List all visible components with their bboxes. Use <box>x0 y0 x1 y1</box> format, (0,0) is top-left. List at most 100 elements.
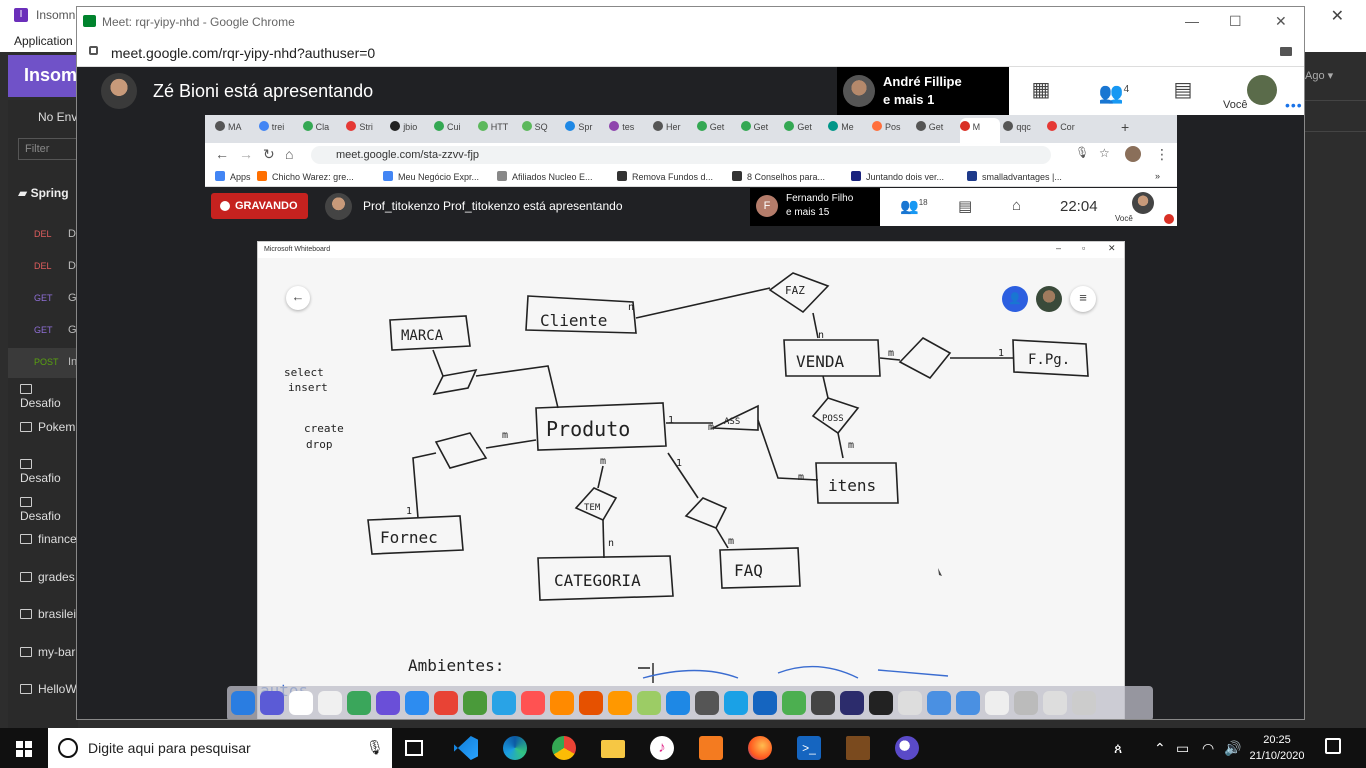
browser-tab[interactable]: Cla <box>302 121 343 137</box>
request-item[interactable]: DEL D <box>8 252 78 282</box>
dock-app-icon[interactable] <box>840 691 864 715</box>
file-explorer-icon[interactable] <box>601 740 625 758</box>
app-icon[interactable] <box>846 736 870 760</box>
dock-app-icon[interactable] <box>985 691 1009 715</box>
dock-app-icon[interactable] <box>376 691 400 715</box>
dock-app-icon[interactable] <box>579 691 603 715</box>
chrome-menu-icon[interactable]: ⋮ <box>1155 146 1169 163</box>
browser-tab[interactable]: Get <box>784 121 824 137</box>
workspace-folder[interactable]: ▰ Spring <box>18 186 69 200</box>
inner-participant-card[interactable]: F Fernando Filho e mais 15 <box>750 188 880 226</box>
bookmark-item[interactable]: Juntando dois ver... <box>851 171 944 182</box>
browser-tab[interactable]: Get <box>915 121 956 137</box>
folder-item[interactable]: my-bar <box>20 645 75 659</box>
folder-item[interactable]: Desafio <box>20 457 78 485</box>
dock-app-icon[interactable] <box>956 691 980 715</box>
bookmark-star-icon[interactable]: ☆ <box>1099 146 1110 160</box>
browser-tab[interactable]: Get <box>740 121 781 137</box>
browser-tab[interactable]: Her <box>653 121 693 137</box>
dock-app-icon[interactable] <box>521 691 545 715</box>
dock-app-icon[interactable] <box>695 691 719 715</box>
mic-icon[interactable]: 🎙 <box>1075 146 1089 159</box>
wb-close-icon[interactable]: ✕ <box>1108 243 1116 254</box>
minimize-icon[interactable]: — <box>1185 13 1199 29</box>
vscode-icon[interactable] <box>454 736 478 760</box>
layout-grid-icon[interactable]: ▦ <box>1029 79 1053 101</box>
more-options-icon[interactable]: ••• <box>1285 97 1303 113</box>
request-item[interactable]: POST In <box>8 348 78 378</box>
bookmark-item[interactable]: Remova Fundos d... <box>617 171 713 182</box>
dock-app-icon[interactable] <box>927 691 951 715</box>
activities-icon[interactable]: ⌂ <box>1012 197 1021 214</box>
request-item[interactable]: DEL D <box>8 220 78 250</box>
maximize-icon[interactable]: ☐ <box>1229 13 1242 30</box>
task-view-icon[interactable] <box>405 740 423 756</box>
browser-tab[interactable]: M <box>959 118 1000 143</box>
network-icon[interactable]: ▭ <box>1176 740 1189 757</box>
browser-tab[interactable]: Cor <box>1047 121 1087 137</box>
request-item[interactable]: GET G <box>8 316 78 346</box>
browser-tab[interactable]: jbio <box>390 121 430 137</box>
firefox-icon[interactable] <box>748 736 772 760</box>
folder-item[interactable]: grades <box>20 570 75 584</box>
browser-tab[interactable]: Spr <box>565 121 605 137</box>
inner-url[interactable]: meet.google.com/sta-zzvv-fjp <box>311 146 1051 164</box>
dock-app-icon[interactable] <box>318 691 342 715</box>
folder-item[interactable]: Desafio <box>20 495 78 523</box>
dock-app-icon[interactable] <box>434 691 458 715</box>
insomnia-brand[interactable]: Insom <box>8 55 78 97</box>
home-icon[interactable]: ⌂ <box>285 146 293 162</box>
dock-app-icon[interactable] <box>231 691 255 715</box>
mic-icon[interactable]: 🎙 <box>366 739 384 756</box>
bookmark-item[interactable]: Chicho Warez: gre... <box>257 171 354 182</box>
chrome-icon[interactable] <box>552 736 576 760</box>
participant-card[interactable]: André Fillipe e mais 1 <box>837 67 1009 115</box>
browser-tab[interactable]: tes <box>609 121 649 137</box>
bookmark-item[interactable]: Apps <box>215 171 251 182</box>
browser-tab[interactable]: Get <box>696 121 737 137</box>
inner-chat-icon[interactable]: ▤ <box>958 197 972 215</box>
address-bar[interactable]: meet.google.com/rqr-yipy-nhd?authuser=0 <box>77 37 1304 67</box>
whiteboard-canvas[interactable]: Cliente FAZ VENDA F.Pg. MARCA Produto AS… <box>258 258 1124 720</box>
chevron-up-icon[interactable]: ⌃ <box>1154 740 1166 757</box>
inner-people-button[interactable]: 👥18 <box>900 197 928 215</box>
dock-app-icon[interactable] <box>898 691 922 715</box>
browser-tab[interactable]: Me <box>828 121 868 137</box>
browser-tab[interactable]: Stri <box>346 121 386 137</box>
close-icon[interactable]: ✕ <box>1275 13 1287 30</box>
reload-icon[interactable]: ↻ <box>263 146 275 163</box>
bookmark-item[interactable]: smalladvantages |... <box>967 171 1062 182</box>
folder-item[interactable]: finance <box>20 532 77 546</box>
dock-app-icon[interactable] <box>463 691 487 715</box>
browser-tab[interactable]: MA <box>215 121 255 137</box>
dock-app-icon[interactable] <box>724 691 748 715</box>
itunes-icon[interactable]: ♪ <box>650 736 674 760</box>
dock-app-icon[interactable] <box>405 691 429 715</box>
dock-app-icon[interactable] <box>869 691 893 715</box>
browser-tab[interactable]: qqc <box>1003 121 1043 137</box>
browser-tab[interactable]: SQ <box>521 121 562 137</box>
new-tab-icon[interactable]: + <box>1121 119 1129 135</box>
dock-app-icon[interactable] <box>811 691 835 715</box>
dock-app-icon[interactable] <box>492 691 516 715</box>
environment-selector[interactable]: No Env <box>38 110 77 124</box>
chat-icon[interactable]: ▤ <box>1171 79 1195 101</box>
dock-app-icon[interactable] <box>260 691 284 715</box>
folder-item[interactable]: Pokem <box>20 420 75 434</box>
folder-item[interactable]: brasilei <box>20 607 76 621</box>
folder-item[interactable]: HelloW <box>20 682 77 696</box>
xampp-icon[interactable] <box>699 736 723 760</box>
browser-tab[interactable]: Cui <box>434 121 474 137</box>
dock-app-icon[interactable] <box>666 691 690 715</box>
camera-icon[interactable] <box>1280 47 1292 56</box>
people-icon[interactable]: ጰ <box>1114 740 1122 757</box>
back-icon[interactable]: ← <box>215 146 229 162</box>
volume-icon[interactable]: 🔊 <box>1224 740 1241 757</box>
dock-app-icon[interactable] <box>1043 691 1067 715</box>
dock-app-icon[interactable] <box>1014 691 1038 715</box>
menu-application[interactable]: Application <box>14 34 73 48</box>
edge-icon[interactable] <box>503 736 527 760</box>
request-item[interactable]: GET G <box>8 284 78 314</box>
dock-app-icon[interactable] <box>753 691 777 715</box>
bookmark-item[interactable]: Meu Negócio Expr... <box>383 171 479 182</box>
